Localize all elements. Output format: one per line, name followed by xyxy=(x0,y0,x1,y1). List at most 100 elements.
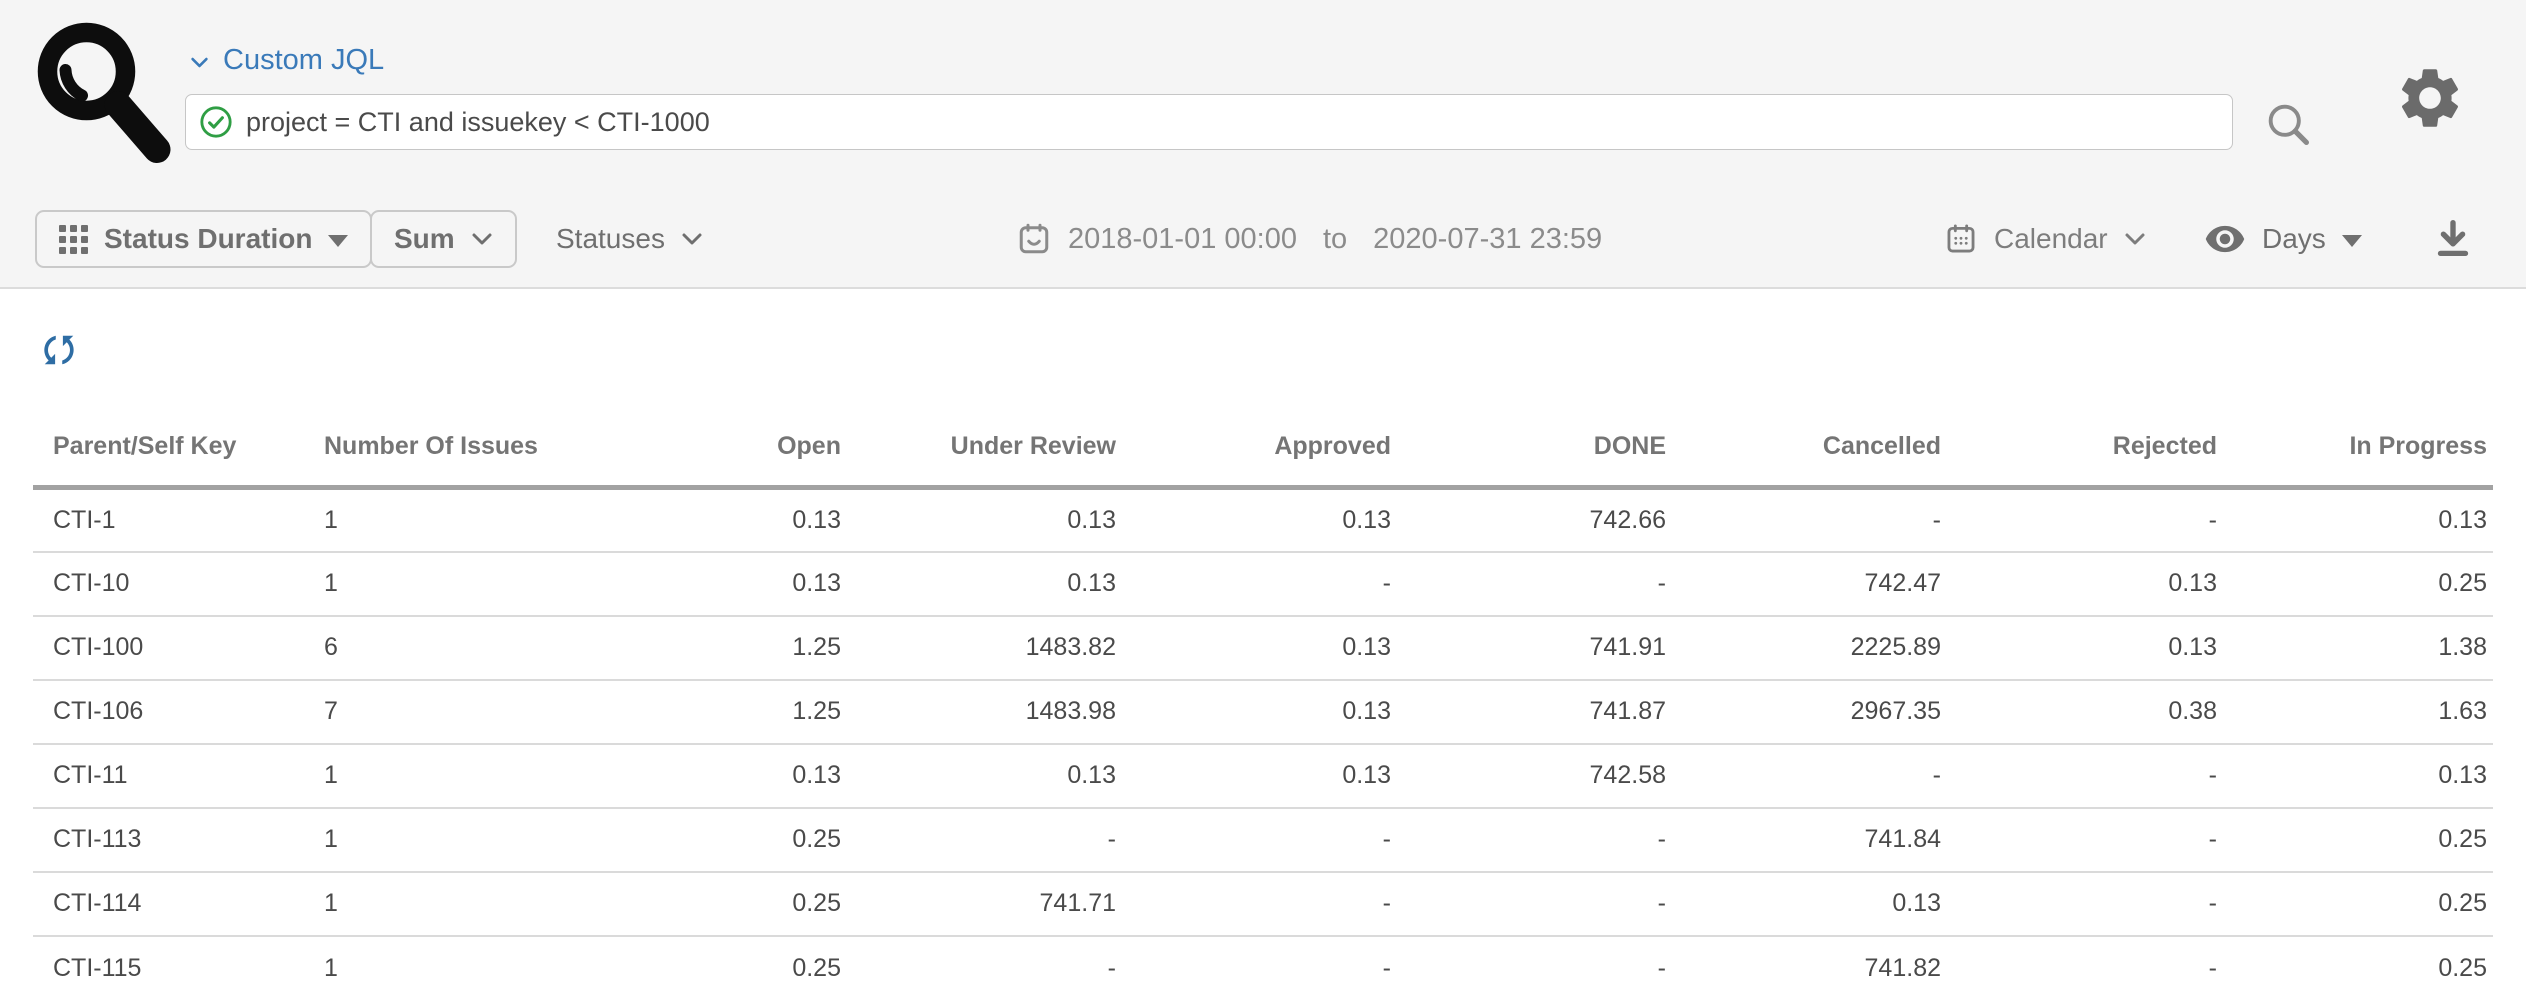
cell-under_review: 1483.82 xyxy=(841,616,1116,680)
cell-done: - xyxy=(1391,936,1666,996)
cell-done: 741.87 xyxy=(1391,680,1666,744)
cell-cancelled: 2225.89 xyxy=(1666,616,1941,680)
cell-open: 0.13 xyxy=(549,744,841,808)
export-button[interactable] xyxy=(2430,214,2476,264)
cell-in_progress: 0.13 xyxy=(2217,744,2493,808)
cell-rejected: - xyxy=(1941,488,2217,552)
cell-in_progress: 1.63 xyxy=(2217,680,2493,744)
table-body: CTI-110.130.130.13742.66--0.13CTI-1010.1… xyxy=(33,488,2493,996)
cell-open: 0.25 xyxy=(549,936,841,996)
cell-rejected: - xyxy=(1941,744,2217,808)
cell-done: - xyxy=(1391,808,1666,872)
calendar-grid-icon xyxy=(1944,222,1978,256)
cell-number_of_issues: 1 xyxy=(299,808,549,872)
custom-jql-label: Custom JQL xyxy=(223,44,384,77)
refresh-button[interactable] xyxy=(36,328,82,374)
cell-in_progress: 0.25 xyxy=(2217,552,2493,616)
cell-cancelled: 742.47 xyxy=(1666,552,1941,616)
cell-approved: - xyxy=(1116,552,1391,616)
search-button[interactable] xyxy=(2262,98,2314,150)
cell-rejected: - xyxy=(1941,936,2217,996)
calendar-label: Calendar xyxy=(1994,223,2108,255)
calendar-dropdown[interactable]: Calendar xyxy=(1944,210,2146,268)
cell-cancelled: 0.13 xyxy=(1666,872,1941,936)
cell-rejected: - xyxy=(1941,872,2217,936)
cell-number_of_issues: 1 xyxy=(299,488,549,552)
cell-open: 0.13 xyxy=(549,552,841,616)
cell-in_progress: 0.25 xyxy=(2217,872,2493,936)
chevron-down-icon xyxy=(471,232,493,246)
cell-approved: 0.13 xyxy=(1116,744,1391,808)
table-row: CTI-11310.25---741.84-0.25 xyxy=(33,808,2493,872)
column-header-cancelled: Cancelled xyxy=(1666,414,1941,488)
table-row: CTI-110.130.130.13742.66--0.13 xyxy=(33,488,2493,552)
cell-approved: 0.13 xyxy=(1116,488,1391,552)
cell-approved: 0.13 xyxy=(1116,680,1391,744)
cell-under_review: 1483.98 xyxy=(841,680,1116,744)
jql-field-wrap xyxy=(185,94,2233,150)
cell-number_of_issues: 7 xyxy=(299,680,549,744)
jql-input[interactable] xyxy=(185,94,2233,150)
cell-parent_self_key: CTI-11 xyxy=(33,744,299,808)
cell-cancelled: - xyxy=(1666,744,1941,808)
aggregation-dropdown[interactable]: Sum xyxy=(370,210,517,268)
cell-done: 742.58 xyxy=(1391,744,1666,808)
cell-done: - xyxy=(1391,552,1666,616)
cell-under_review: - xyxy=(841,936,1116,996)
cell-parent_self_key: CTI-114 xyxy=(33,872,299,936)
cell-under_review: - xyxy=(841,808,1116,872)
cell-rejected: - xyxy=(1941,808,2217,872)
query-strip: Custom JQL Status Duration xyxy=(0,0,2526,289)
caret-down-icon xyxy=(2342,235,2362,247)
cell-under_review: 0.13 xyxy=(841,552,1116,616)
cell-approved: - xyxy=(1116,936,1391,996)
cell-parent_self_key: CTI-1 xyxy=(33,488,299,552)
status-duration-table-wrap: Parent/Self KeyNumber Of IssuesOpenUnder… xyxy=(33,414,2493,996)
column-header-approved: Approved xyxy=(1116,414,1391,488)
date-to-word: to xyxy=(1323,223,1347,256)
cell-in_progress: 0.13 xyxy=(2217,488,2493,552)
chevron-down-icon xyxy=(190,56,209,69)
cell-open: 1.25 xyxy=(549,616,841,680)
cell-rejected: 0.13 xyxy=(1941,552,2217,616)
cell-under_review: 741.71 xyxy=(841,872,1116,936)
settings-button[interactable] xyxy=(2394,62,2466,134)
cell-open: 1.25 xyxy=(549,680,841,744)
column-header-parent_self_key: Parent/Self Key xyxy=(33,414,299,488)
unit-label: Days xyxy=(2262,223,2326,255)
cell-open: 0.13 xyxy=(549,488,841,552)
column-header-done: DONE xyxy=(1391,414,1666,488)
cell-rejected: 0.13 xyxy=(1941,616,2217,680)
custom-jql-toggle[interactable]: Custom JQL xyxy=(190,44,384,77)
cell-in_progress: 1.38 xyxy=(2217,616,2493,680)
cell-number_of_issues: 1 xyxy=(299,872,549,936)
column-header-number_of_issues: Number Of Issues xyxy=(299,414,549,488)
search-icon xyxy=(2262,98,2314,150)
refresh-icon xyxy=(28,319,90,381)
cell-parent_self_key: CTI-10 xyxy=(33,552,299,616)
cell-number_of_issues: 1 xyxy=(299,936,549,996)
column-header-under_review: Under Review xyxy=(841,414,1116,488)
magnifier-logo-icon xyxy=(28,16,178,166)
cell-in_progress: 0.25 xyxy=(2217,808,2493,872)
aggregation-label: Sum xyxy=(394,223,455,255)
cell-approved: - xyxy=(1116,808,1391,872)
table-row: CTI-10061.251483.820.13741.912225.890.13… xyxy=(33,616,2493,680)
report-type-dropdown[interactable]: Status Duration xyxy=(35,210,372,268)
gear-icon xyxy=(2394,62,2466,134)
cell-in_progress: 0.25 xyxy=(2217,936,2493,996)
statuses-dropdown[interactable]: Statuses xyxy=(556,210,703,268)
cell-done: - xyxy=(1391,872,1666,936)
table-row: CTI-10671.251483.980.13741.872967.350.38… xyxy=(33,680,2493,744)
date-range-picker[interactable]: 2018-01-01 00:00 to 2020-07-31 23:59 xyxy=(1016,210,1602,268)
cell-parent_self_key: CTI-100 xyxy=(33,616,299,680)
cell-cancelled: 741.82 xyxy=(1666,936,1941,996)
cell-under_review: 0.13 xyxy=(841,744,1116,808)
column-header-in_progress: In Progress xyxy=(2217,414,2493,488)
download-icon xyxy=(2430,214,2476,264)
column-header-rejected: Rejected xyxy=(1941,414,2217,488)
cell-cancelled: 2967.35 xyxy=(1666,680,1941,744)
unit-dropdown[interactable]: Days xyxy=(2204,210,2362,268)
cell-under_review: 0.13 xyxy=(841,488,1116,552)
statuses-label: Statuses xyxy=(556,223,665,255)
